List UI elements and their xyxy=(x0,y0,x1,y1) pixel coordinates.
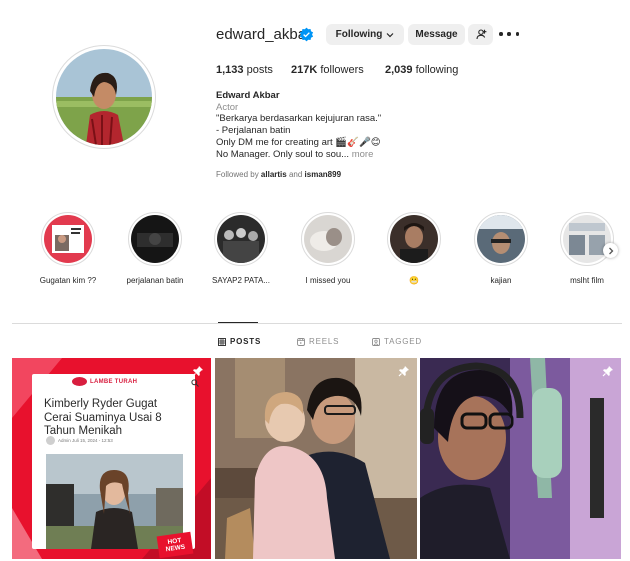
followed-by[interactable]: Followed by allartis and isman899 xyxy=(216,170,341,179)
highlight-cover xyxy=(44,215,92,263)
highlight-label: perjalanan batin xyxy=(126,276,184,285)
highlight-item[interactable]: Gugatan kim ?? xyxy=(28,212,108,285)
tab-posts[interactable]: POSTS xyxy=(218,337,261,346)
message-button-label: Message xyxy=(415,29,458,40)
highlight-cover xyxy=(390,215,438,263)
hot-news-badge: HOT NEWS xyxy=(156,531,194,559)
highlight-item[interactable]: SAYAP2 PATA... xyxy=(201,212,281,285)
profile-avatar-ring[interactable] xyxy=(52,45,156,149)
message-button[interactable]: Message xyxy=(408,24,465,45)
suggested-users-button[interactable] xyxy=(468,24,493,45)
tab-label: REELS xyxy=(309,337,340,346)
post-tile[interactable]: LAMBE TURAH Kimberly Ryder Gugat Cerai S… xyxy=(12,358,211,559)
tagged-icon xyxy=(372,337,380,346)
news-logo-mark xyxy=(72,377,87,386)
highlight-label: 😬 xyxy=(409,276,419,285)
highlight-label: SAYAP2 PATA... xyxy=(212,276,270,285)
bio-more-link[interactable]: more xyxy=(352,149,374,160)
pin-icon xyxy=(398,366,409,377)
bio-line: - Perjalanan batin xyxy=(216,125,291,137)
tab-tagged[interactable]: TAGGED xyxy=(372,337,422,346)
pin-icon xyxy=(602,366,613,377)
highlight-item[interactable]: 😬 xyxy=(374,212,454,285)
post-image xyxy=(420,358,621,559)
tab-reels[interactable]: REELS xyxy=(297,337,339,346)
chevron-right-icon xyxy=(608,247,613,254)
followed-by-user[interactable]: allartis xyxy=(261,170,287,179)
pin-icon xyxy=(192,366,203,377)
following-count[interactable]: 2,039 following xyxy=(385,64,458,76)
highlight-item[interactable]: kajian xyxy=(461,212,541,285)
following-button-label: Following xyxy=(335,29,383,40)
bio-line: Only DM me for creating art 🎬🎸🎤😊 xyxy=(216,136,381,148)
highlight-cover xyxy=(131,215,179,263)
posts-count: 1,133 posts xyxy=(216,64,273,76)
news-headline: Kimberly Ryder Gugat Cerai Suaminya Usai… xyxy=(44,398,162,437)
highlight-item[interactable]: I missed you xyxy=(288,212,368,285)
followed-by-user[interactable]: isman899 xyxy=(305,170,341,179)
add-user-icon xyxy=(475,29,486,40)
grid-icon xyxy=(218,337,226,346)
highlight-cover xyxy=(217,215,265,263)
post-tile[interactable] xyxy=(215,358,417,559)
bio-line: "Berkarya berdasarkan kejujuran rasa." xyxy=(216,113,382,125)
highlight-item[interactable]: perjalanan batin xyxy=(115,212,195,285)
reels-icon xyxy=(297,337,305,346)
active-tab-indicator xyxy=(218,322,258,323)
highlight-cover xyxy=(563,215,611,263)
highlight-cover xyxy=(304,215,352,263)
profile-username: edward_akbar xyxy=(216,26,312,43)
bio-name: Edward Akbar xyxy=(216,90,280,101)
verified-badge-icon xyxy=(299,27,314,42)
tab-label: POSTS xyxy=(230,337,262,346)
post-tile[interactable] xyxy=(420,358,621,559)
avatar[interactable] xyxy=(56,49,152,145)
highlights-next-button[interactable] xyxy=(603,243,618,258)
news-logo: LAMBE TURAH xyxy=(90,379,138,385)
highlight-label: I missed you xyxy=(305,276,351,285)
author-avatar xyxy=(46,436,55,445)
followers-count[interactable]: 217K followers xyxy=(291,64,364,76)
news-meta: Admin Juli 15, 2024 - 12:53 xyxy=(58,438,113,443)
search-icon xyxy=(191,379,199,387)
more-options-icon[interactable] xyxy=(499,26,519,42)
highlight-cover xyxy=(477,215,525,263)
bio-line: No Manager. Only soul to sou... more xyxy=(216,148,374,160)
highlight-label: kajian xyxy=(490,276,512,285)
highlight-label: Gugatan kim ?? xyxy=(39,276,97,285)
chevron-down-icon xyxy=(386,32,394,37)
tabs-divider xyxy=(12,323,622,324)
post-image xyxy=(215,358,417,559)
bio-category: Actor xyxy=(216,101,239,113)
highlight-label: mslht film xyxy=(570,276,604,285)
profile-bio: Edward Akbar Actor "Berkarya berdasarkan… xyxy=(216,90,516,160)
following-button[interactable]: Following xyxy=(326,24,404,45)
news-card: LAMBE TURAH Kimberly Ryder Gugat Cerai S… xyxy=(32,374,199,549)
tab-label: TAGGED xyxy=(384,337,422,346)
